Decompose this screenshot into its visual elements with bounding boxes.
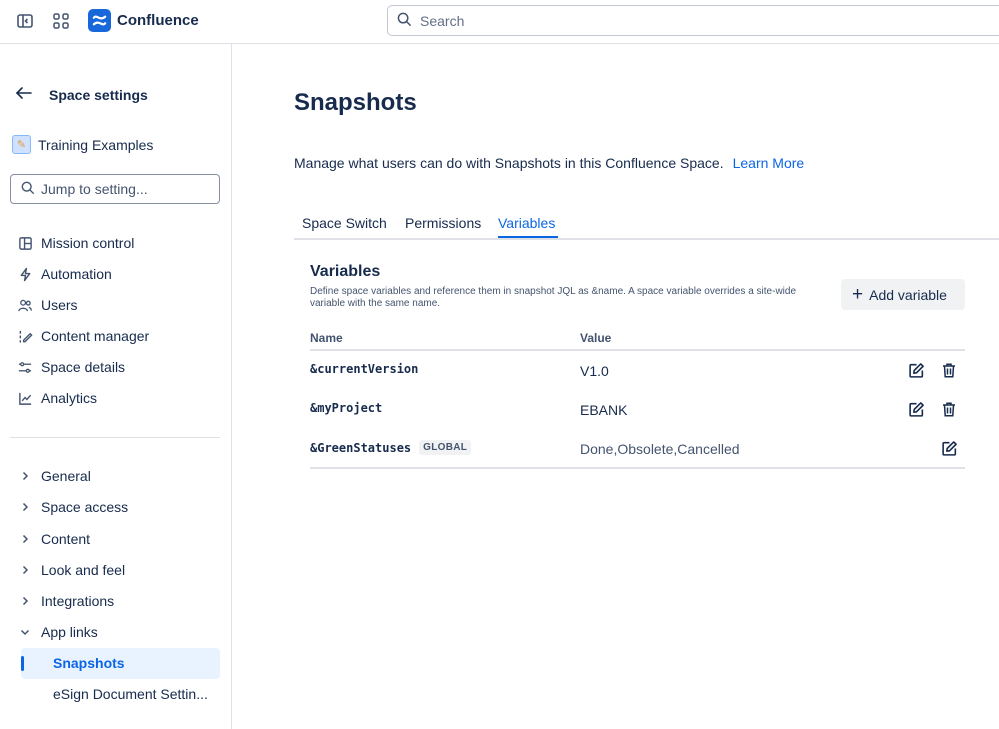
- chevron-right-icon: [17, 562, 33, 578]
- variable-value: EBANK: [580, 402, 628, 418]
- tab-variables[interactable]: Variables: [498, 215, 555, 231]
- column-header-name: Name: [310, 331, 343, 345]
- active-indicator: [21, 656, 24, 671]
- sidebar-toggle-icon[interactable]: [15, 11, 35, 31]
- add-variable-label: Add variable: [869, 286, 947, 303]
- tab-space-switch[interactable]: Space Switch: [302, 215, 387, 231]
- tab-permissions[interactable]: Permissions: [405, 215, 481, 231]
- chevron-right-icon: [17, 531, 33, 547]
- add-variable-button[interactable]: + Add variable: [841, 279, 965, 310]
- sidebar-group-space-access[interactable]: Space access: [17, 496, 128, 518]
- space-avatar-icon: ✎: [12, 135, 31, 154]
- global-badge: GLOBAL: [419, 440, 472, 455]
- chevron-down-icon: [17, 624, 33, 640]
- product-name[interactable]: Confluence: [117, 12, 199, 29]
- variable-name: &GreenStatuses: [310, 440, 412, 455]
- sidebar-group-content[interactable]: Content: [17, 528, 90, 550]
- space-settings-heading: Space settings: [49, 86, 148, 103]
- page-description: Manage what users can do with Snapshots …: [294, 155, 804, 171]
- lightning-icon: [17, 266, 33, 282]
- edit-icon[interactable]: [906, 399, 926, 419]
- jump-to-setting-input[interactable]: [41, 181, 211, 197]
- active-tab-underline: [498, 236, 558, 238]
- chevron-right-icon: [17, 468, 33, 484]
- arrow-left-icon: [15, 86, 33, 103]
- table-row: &myProject EBANK: [310, 390, 965, 429]
- people-icon: [17, 297, 33, 313]
- search-icon: [21, 181, 35, 198]
- sidebar-item-label: Analytics: [41, 390, 98, 406]
- sidebar-group-label: Look and feel: [41, 562, 126, 578]
- sidebar-item-label: Users: [41, 297, 78, 313]
- sidebar-group-label: Integrations: [41, 593, 115, 609]
- variable-name-cell: &GreenStatuses GLOBAL: [310, 440, 472, 455]
- sidebar-group-label: General: [41, 468, 91, 484]
- content-manager-icon: [17, 328, 33, 344]
- settings-tabs: Space Switch Permissions Variables: [294, 209, 999, 240]
- sidebar-item-label: Mission control: [41, 235, 135, 251]
- sidebar-group-label: Content: [41, 531, 91, 547]
- sidebar-item-label: Space details: [41, 359, 126, 375]
- variable-value: V1.0: [580, 363, 609, 379]
- sidebar-item-label: Automation: [41, 266, 112, 282]
- jump-to-setting-field[interactable]: [10, 174, 220, 204]
- sidebar-item-users[interactable]: Users: [17, 294, 78, 316]
- main-content: Snapshots Manage what users can do with …: [232, 44, 999, 729]
- layout-icon: [17, 235, 33, 251]
- chart-icon: [17, 390, 33, 406]
- edit-icon[interactable]: [906, 360, 926, 380]
- description-text: Manage what users can do with Snapshots …: [294, 155, 724, 171]
- sidebar-divider: [10, 437, 220, 438]
- sidebar-item-esign-document-settings[interactable]: eSign Document Settin...: [53, 686, 208, 702]
- chevron-right-icon: [17, 499, 33, 515]
- sidebar-item-snapshots[interactable]: Snapshots: [21, 648, 220, 679]
- top-navigation: Confluence: [0, 0, 999, 44]
- variable-name: &myProject: [310, 401, 383, 415]
- sidebar-item-mission-control[interactable]: Mission control: [17, 232, 134, 254]
- settings-sidebar: Space settings ✎ Training Examples Missi…: [0, 44, 232, 729]
- sidebar-group-look-and-feel[interactable]: Look and feel: [17, 559, 125, 581]
- search-input[interactable]: [420, 12, 980, 29]
- sidebar-item-analytics[interactable]: Analytics: [17, 387, 97, 409]
- sidebar-group-general[interactable]: General: [17, 465, 91, 487]
- back-to-space-settings[interactable]: Space settings: [15, 86, 148, 103]
- learn-more-link[interactable]: Learn More: [733, 155, 805, 171]
- sidebar-group-integrations[interactable]: Integrations: [17, 590, 114, 612]
- search-bar[interactable]: [387, 5, 999, 36]
- sidebar-item-label: Content manager: [41, 328, 150, 344]
- sidebar-item-content-manager[interactable]: Content manager: [17, 325, 149, 347]
- table-row: &currentVersion V1.0: [310, 351, 965, 390]
- variables-section-title: Variables: [310, 263, 381, 280]
- confluence-logo-icon[interactable]: [88, 9, 111, 32]
- edit-icon[interactable]: [939, 438, 959, 458]
- table-row: &GreenStatuses GLOBAL Done,Obsolete,Canc…: [310, 429, 965, 468]
- variable-name: &currentVersion: [310, 362, 419, 376]
- app-switcher-icon[interactable]: [51, 11, 71, 31]
- space-name-row[interactable]: ✎ Training Examples: [12, 135, 153, 154]
- search-icon: [397, 12, 412, 30]
- sidebar-group-label: Space access: [41, 499, 129, 515]
- sidebar-item-label: Snapshots: [53, 655, 125, 671]
- column-header-value: Value: [580, 331, 612, 345]
- sidebar-group-label: App links: [41, 624, 98, 640]
- trash-icon[interactable]: [939, 360, 959, 380]
- chevron-right-icon: [17, 593, 33, 609]
- sidebar-item-automation[interactable]: Automation: [17, 263, 112, 285]
- variable-value: Done,Obsolete,Cancelled: [580, 441, 740, 457]
- trash-icon[interactable]: [939, 399, 959, 419]
- variables-section-description: Define space variables and reference the…: [310, 286, 797, 309]
- sidebar-item-space-details[interactable]: Space details: [17, 356, 125, 378]
- table-bottom-divider: [310, 467, 965, 469]
- plus-icon: +: [852, 283, 864, 305]
- sidebar-group-app-links[interactable]: App links: [17, 621, 98, 643]
- space-name: Training Examples: [38, 136, 154, 153]
- sliders-icon: [17, 359, 33, 375]
- page-title: Snapshots: [294, 89, 417, 116]
